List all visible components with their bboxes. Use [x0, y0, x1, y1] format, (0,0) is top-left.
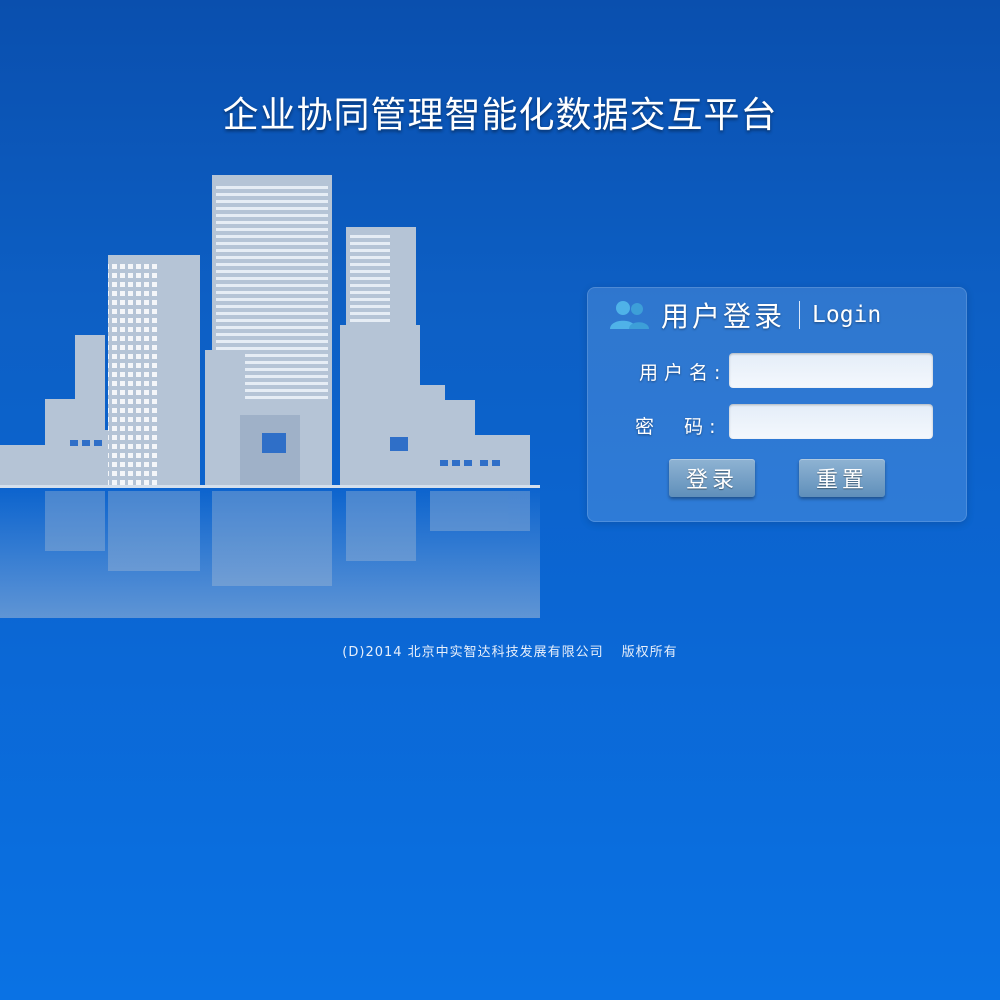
page-title: 企业协同管理智能化数据交互平台: [222, 95, 778, 136]
heading-divider: [799, 301, 801, 329]
username-input[interactable]: [729, 353, 933, 388]
users-icon: [610, 301, 649, 329]
login-heading: 用户登录: [661, 300, 786, 333]
username-label: 用户名:: [639, 362, 727, 384]
rights-text: 版权所有: [621, 645, 678, 660]
login-panel: 用户登录 Login 用户名: 密 码: 登录 重置: [587, 287, 967, 522]
login-heading-en: Login: [812, 302, 882, 328]
password-input[interactable]: [729, 404, 933, 439]
login-header: 用户登录 Login: [609, 295, 881, 335]
footer: (D)2014 北京中实智达科技发展有限公司 版权所有: [0, 641, 1000, 660]
password-label: 密 码:: [635, 416, 722, 438]
reset-button[interactable]: 重置: [799, 459, 885, 497]
login-button[interactable]: 登录: [669, 459, 755, 497]
copyright-text: (D)2014 北京中实智达科技发展有限公司: [342, 645, 604, 660]
city-skyline-illustration: [0, 175, 540, 618]
